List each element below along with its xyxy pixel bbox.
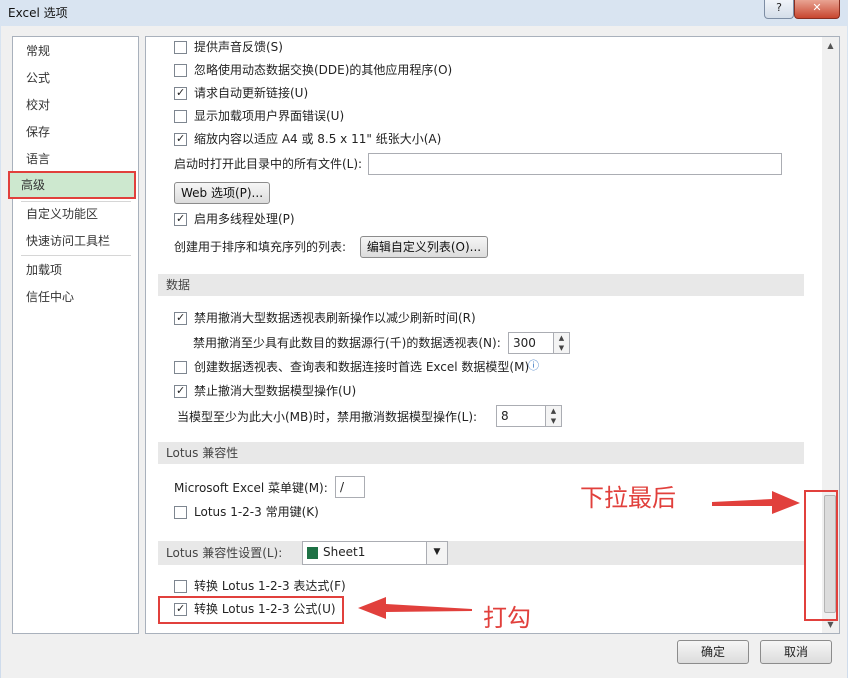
annotation-scroll-note: 下拉最后: [580, 484, 676, 512]
arrow-to-checkbox-icon: [358, 597, 472, 619]
annotation-check-note: 打勾: [483, 604, 531, 632]
arrow-to-scrollbar-icon: [712, 491, 800, 514]
ok-button[interactable]: 确定: [677, 640, 749, 664]
cancel-button[interactable]: 取消: [760, 640, 832, 664]
annotation-arrows: [358, 491, 800, 619]
excel-options-window: Excel 选项 ? ✕ 常规 公式 校对 保存 语言 高级 自定义功能区 快速…: [0, 0, 848, 678]
